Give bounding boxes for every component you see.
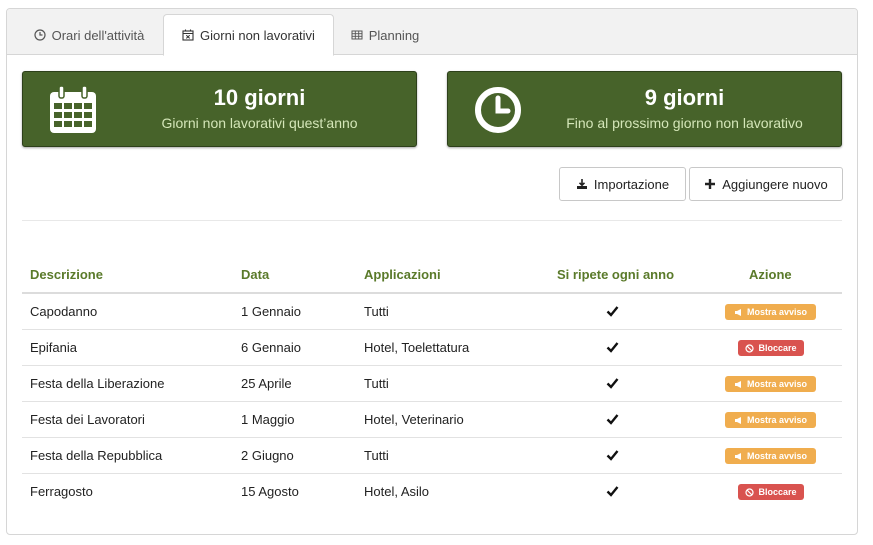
- tab-giorni-label: Giorni non lavorativi: [200, 27, 315, 43]
- table-header: Descrizione Data Applicazioni Si ripete …: [22, 257, 842, 294]
- clock-icon: [475, 87, 521, 133]
- megaphone-icon: [734, 380, 741, 388]
- header-applicazioni: Applicazioni: [364, 267, 441, 282]
- table-row: Capodanno 1 Gennaio Tutti Mostra avviso: [22, 294, 842, 330]
- tab-planning-label: Planning: [368, 27, 420, 43]
- add-new-button[interactable]: Aggiungere nuovo: [689, 167, 843, 201]
- cell-data: 6 Gennaio: [241, 340, 301, 355]
- cell-applicazioni: Tutti: [364, 304, 389, 319]
- calendar-x-icon: [182, 29, 194, 41]
- cell-data: 25 Aprile: [241, 376, 292, 391]
- import-button[interactable]: Importazione: [559, 167, 686, 201]
- cell-descrizione: Epifania: [30, 340, 77, 355]
- header-si-ripete: Si ripete ogni anno: [557, 267, 675, 282]
- megaphone-icon: [734, 308, 741, 316]
- tab-giorni-non-lavorativi[interactable]: Giorni non lavorativi: [163, 14, 334, 56]
- table-row: Festa della Repubblica 2 Giugno Tutti Mo…: [22, 438, 842, 474]
- table-row: Festa dei Lavoratori 1 Maggio Hotel, Vet…: [22, 402, 842, 438]
- stat-label-prossimo-giorno: Fino al prossimo giorno non lavorativo: [566, 115, 803, 131]
- mostra-avviso-badge[interactable]: Mostra avviso: [725, 448, 816, 464]
- tab-planning[interactable]: Planning: [335, 14, 435, 56]
- cell-data: 1 Gennaio: [241, 304, 301, 319]
- stat-label-giorni-anno: Giorni non lavorativi quest’anno: [161, 115, 358, 131]
- mostra-avviso-badge[interactable]: Mostra avviso: [725, 412, 816, 428]
- add-new-button-label: Aggiungere nuovo: [722, 176, 828, 192]
- divider: [22, 220, 842, 221]
- table-icon: [351, 30, 363, 40]
- mostra-avviso-badge[interactable]: Mostra avviso: [725, 376, 816, 392]
- import-button-label: Importazione: [593, 176, 670, 192]
- cell-applicazioni: Tutti: [364, 448, 389, 463]
- check-icon: [606, 378, 619, 389]
- cell-applicazioni: Hotel, Toelettatura: [364, 340, 470, 355]
- badge-label: Mostra avviso: [746, 307, 808, 317]
- cell-descrizione: Festa dei Lavoratori: [30, 412, 145, 427]
- tab-orari-label: Orari dell'attività: [51, 27, 145, 43]
- badge-label: Bloccare: [758, 487, 797, 497]
- stat-value-giorni-anno: 10 giorni: [213, 85, 306, 110]
- cell-descrizione: Ferragosto: [30, 484, 93, 499]
- badge-label: Mostra avviso: [746, 379, 808, 389]
- cell-applicazioni: Hotel, Veterinario: [364, 412, 464, 427]
- check-icon: [606, 450, 619, 461]
- check-icon: [606, 306, 619, 317]
- table-row: Epifania 6 Gennaio Hotel, Toelettatura B…: [22, 330, 842, 366]
- header-descrizione: Descrizione: [30, 267, 103, 282]
- header-azione: Azione: [749, 267, 792, 282]
- check-icon: [606, 342, 619, 353]
- plus-icon: [705, 179, 716, 189]
- calendar-icon: [50, 85, 96, 133]
- table-row: Ferragosto 15 Agosto Hotel, Asilo Blocca…: [22, 474, 842, 510]
- badge-label: Mostra avviso: [746, 451, 808, 461]
- megaphone-icon: [734, 452, 741, 460]
- bloccare-badge[interactable]: Bloccare: [738, 340, 804, 356]
- stat-card-giorni-anno: 10 giorni Giorni non lavorativi quest’an…: [22, 71, 417, 147]
- tab-bar: Orari dell'attività Giorni non lavorativ…: [7, 9, 857, 56]
- cell-applicazioni: Hotel, Asilo: [364, 484, 430, 499]
- holidays-table: Descrizione Data Applicazioni Si ripete …: [22, 257, 842, 510]
- header-data: Data: [241, 267, 270, 282]
- badge-label: Mostra avviso: [746, 415, 808, 425]
- stat-value-prossimo-giorno: 9 giorni: [644, 85, 725, 110]
- clock-icon: [33, 29, 46, 41]
- download-icon: [576, 179, 587, 189]
- cell-data: 1 Maggio: [241, 412, 295, 427]
- tab-orari[interactable]: Orari dell'attività: [15, 14, 163, 56]
- stat-card-prossimo-giorno: 9 giorni Fino al prossimo giorno non lav…: [447, 71, 842, 147]
- check-icon: [606, 414, 619, 425]
- megaphone-icon: [734, 416, 741, 424]
- table-row: Festa della Liberazione 25 Aprile Tutti …: [22, 366, 842, 402]
- bloccare-badge[interactable]: Bloccare: [738, 484, 804, 500]
- ban-icon: [745, 343, 755, 353]
- main-panel: Orari dell'attività Giorni non lavorativ…: [6, 8, 858, 535]
- cell-data: 15 Agosto: [241, 484, 299, 499]
- cell-data: 2 Giugno: [241, 448, 294, 463]
- cell-descrizione: Festa della Repubblica: [30, 448, 163, 463]
- cell-applicazioni: Tutti: [364, 376, 389, 391]
- mostra-avviso-badge[interactable]: Mostra avviso: [725, 304, 816, 320]
- check-icon: [606, 486, 619, 497]
- cell-descrizione: Festa della Liberazione: [30, 376, 165, 391]
- cell-descrizione: Capodanno: [30, 304, 98, 319]
- ban-icon: [745, 487, 755, 497]
- badge-label: Bloccare: [758, 343, 797, 353]
